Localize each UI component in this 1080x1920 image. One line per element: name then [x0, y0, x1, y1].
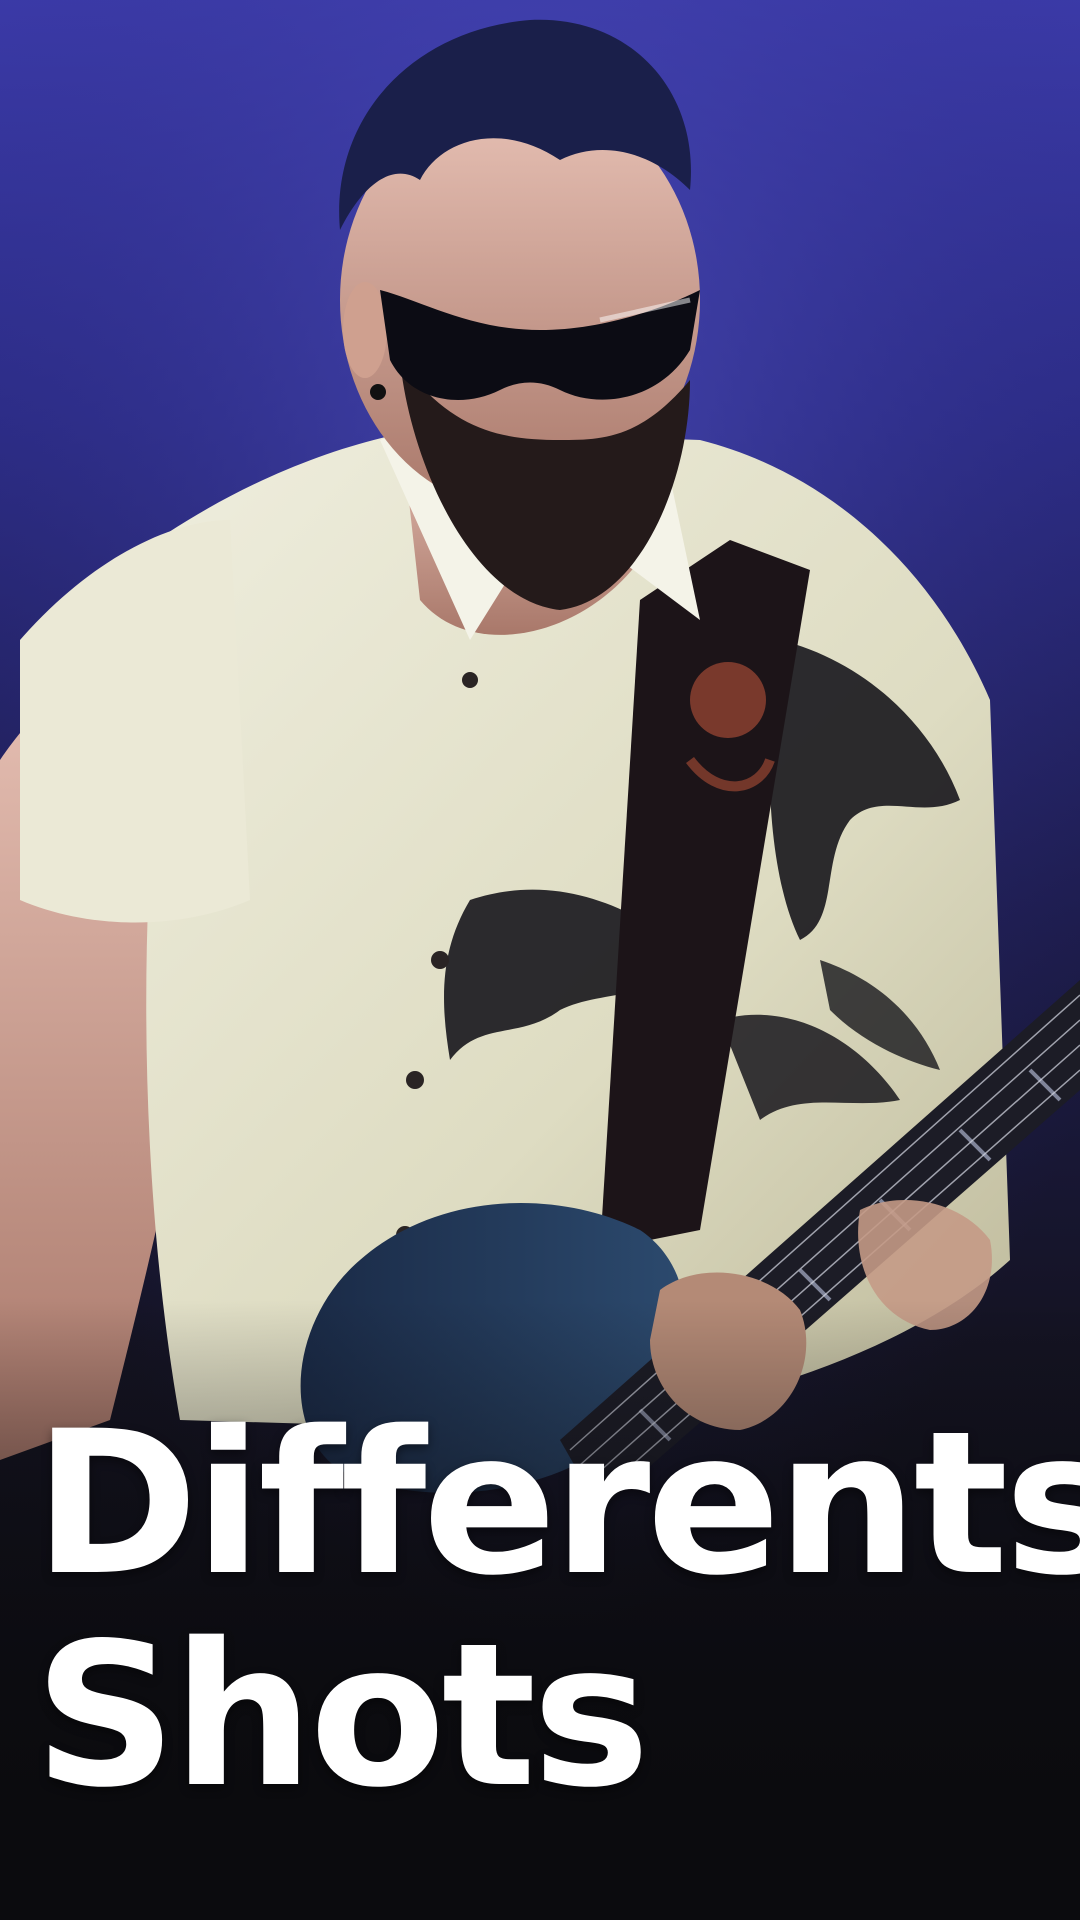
- caption-title: Differents Shots: [34, 1388, 1080, 1831]
- caption-line-1: Differents: [34, 1388, 1080, 1619]
- caption-line-2: Shots: [34, 1600, 650, 1831]
- video-frame: Differents Shots: [0, 0, 1080, 1920]
